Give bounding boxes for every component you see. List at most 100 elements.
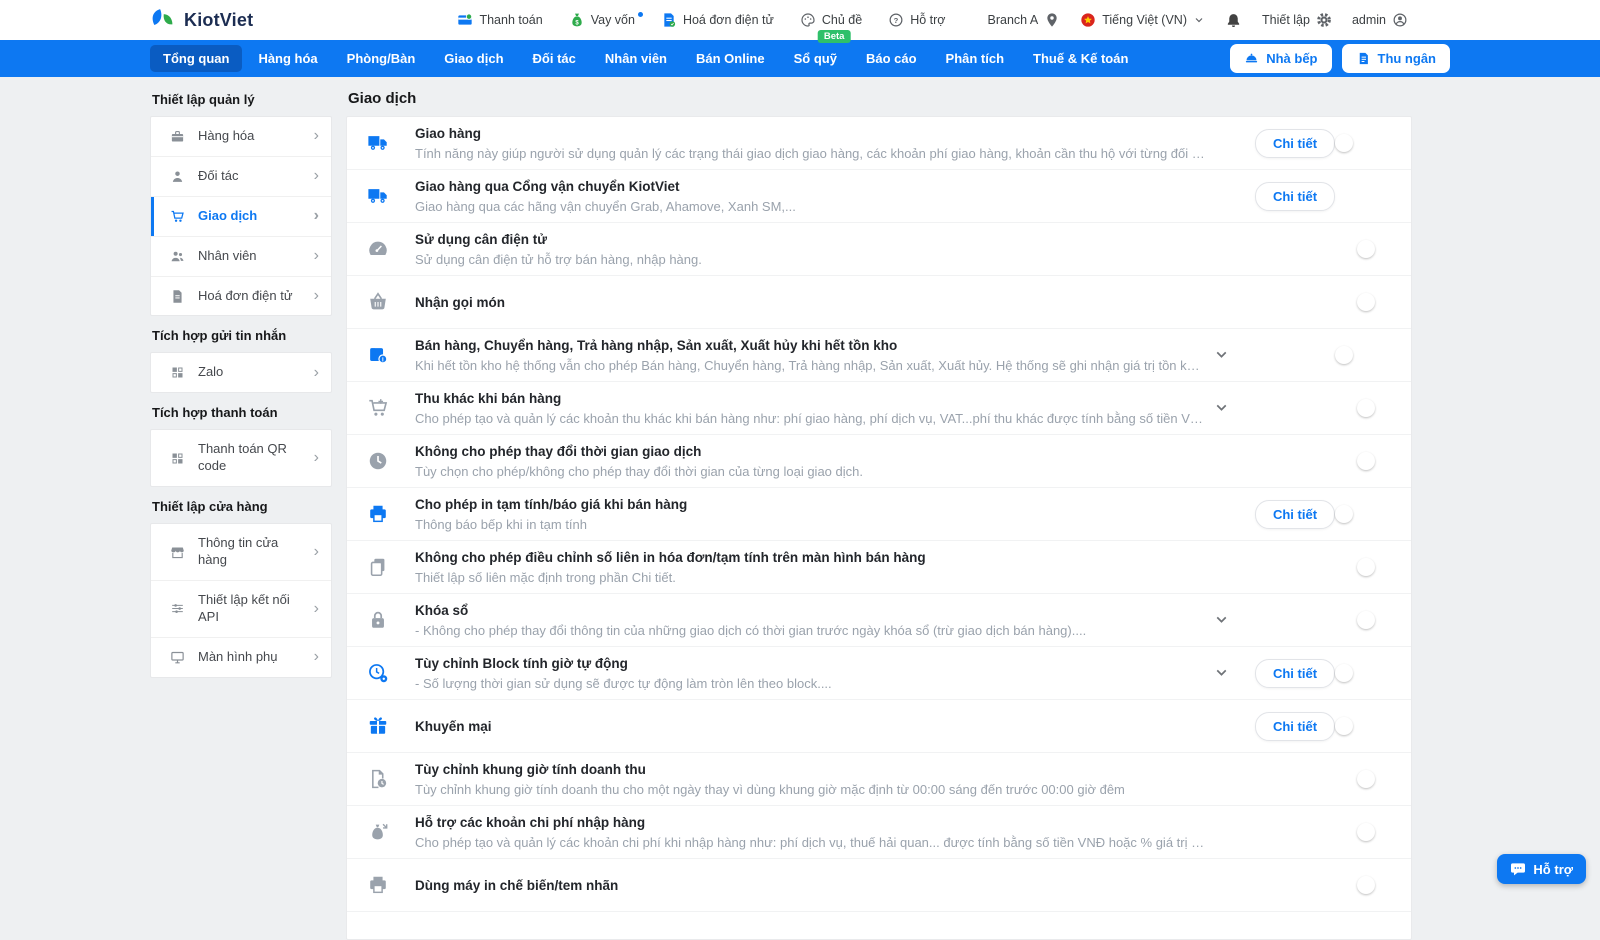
setting-controls xyxy=(1213,291,1393,313)
setting-row: Khóa sổ- Không cho phép thay đổi thông t… xyxy=(347,594,1411,647)
expand-chevron-icon[interactable] xyxy=(1213,664,1249,682)
topbar-menu-item[interactable]: ?Hỗ trợ xyxy=(888,12,945,28)
settings-button[interactable]: Thiết lập xyxy=(1262,12,1332,28)
sidebar-item-giao-d-ch[interactable]: Giao dịch› xyxy=(151,197,331,237)
app-title: KiotViet xyxy=(184,10,253,31)
nav-tab[interactable]: Giao dịch xyxy=(431,45,516,72)
nav-tab[interactable]: Phân tích xyxy=(933,45,1018,72)
chevron-down-icon xyxy=(1193,14,1205,26)
store-icon xyxy=(170,545,185,560)
settings-card: Giao hàngTính năng này giúp người sử dụn… xyxy=(346,116,1412,940)
expand-chevron-icon[interactable] xyxy=(1213,399,1249,417)
setting-controls: Chi tiết xyxy=(1213,712,1393,741)
nav-tab[interactable]: Báo cáo xyxy=(853,45,930,72)
topbar-menu-item[interactable]: Chủ đềBeta xyxy=(800,12,862,28)
setting-title: Tùy chỉnh khung giờ tính doanh thu xyxy=(415,762,1205,777)
chevron-right-icon: › xyxy=(314,649,323,665)
sidebar-item-ho-n-i-n-t-[interactable]: Hoá đơn điện tử› xyxy=(151,277,331,316)
setting-row: Thu khác khi bán hàngCho phép tạo và quả… xyxy=(347,382,1411,435)
setting-row: Không cho phép thay đổi thời gian giao d… xyxy=(347,435,1411,488)
nav-tab[interactable]: Bán Online xyxy=(683,45,778,72)
chevron-spacer xyxy=(1213,187,1249,205)
svg-text:?: ? xyxy=(894,16,899,25)
branch-selector[interactable]: Branch A xyxy=(988,12,1061,28)
chevron-spacer xyxy=(1213,293,1249,311)
sidebar-item-h-ng-h-a[interactable]: Hàng hóa› xyxy=(151,117,331,157)
setting-text: Khuyến mại xyxy=(415,719,1213,734)
setting-title: Cho phép in tạm tính/báo giá khi bán hàn… xyxy=(415,497,1205,512)
setting-row: Dùng máy in chế biến/tem nhãn xyxy=(347,859,1411,912)
sidebar-item-nh-n-vi-n[interactable]: Nhân viên› xyxy=(151,237,331,277)
chevron-spacer xyxy=(1213,558,1249,576)
setting-controls: Chi tiết xyxy=(1213,659,1393,688)
detail-button[interactable]: Chi tiết xyxy=(1255,500,1335,529)
account-menu[interactable]: admin xyxy=(1352,12,1408,28)
help-circle-icon: ? xyxy=(888,12,904,28)
support-button[interactable]: Hỗ trợ xyxy=(1497,854,1586,884)
detail-button[interactable]: Chi tiết xyxy=(1255,659,1335,688)
sidebar-item-m-n-h-nh-ph-[interactable]: Màn hình phụ› xyxy=(151,638,331,677)
setting-description: - Số lượng thời gian sử dụng sẽ được tự … xyxy=(415,676,1205,691)
kitchen-button[interactable]: Nhà bếp xyxy=(1230,44,1331,73)
chevron-right-icon: › xyxy=(314,450,323,466)
detail-button[interactable]: Chi tiết xyxy=(1255,182,1335,211)
branch-label: Branch A xyxy=(988,13,1039,27)
gear-icon xyxy=(1316,12,1332,28)
payment-card-icon xyxy=(457,12,473,28)
scale-icon xyxy=(367,238,389,260)
notifications-button[interactable] xyxy=(1225,12,1242,29)
nav-tab[interactable]: Hàng hóa xyxy=(245,45,330,72)
setting-row: Giao hàng qua Cổng vận chuyển KiotViet Gi… xyxy=(347,170,1411,223)
chevron-right-icon: › xyxy=(314,544,323,560)
chevron-spacer xyxy=(1213,770,1249,788)
setting-text: Dùng máy in chế biến/tem nhãn xyxy=(415,878,1213,893)
setting-controls xyxy=(1213,874,1393,896)
cashier-button[interactable]: Thu ngân xyxy=(1342,44,1451,73)
chevron-right-icon: › xyxy=(314,128,323,144)
sidebar-item-th-ng-tin-c-a-h-ng[interactable]: Thông tin cửa hàng› xyxy=(151,524,331,581)
setting-title: Giao hàng qua Cổng vận chuyển KiotViet xyxy=(415,179,1205,194)
toggle-slot xyxy=(1355,768,1393,790)
setting-row: Hỗ trợ các khoản chi phí nhập hàngCho ph… xyxy=(347,806,1411,859)
detail-button[interactable]: Chi tiết xyxy=(1255,712,1335,741)
setting-controls: Chi tiết xyxy=(1213,182,1393,211)
setting-description: Giao hàng qua các hãng vận chuyển Grab, … xyxy=(415,199,1205,214)
expand-chevron-icon[interactable] xyxy=(1213,611,1249,629)
toggle-knob xyxy=(1357,876,1375,894)
topbar-menu-item[interactable]: $Vay vốn xyxy=(569,12,635,28)
sidebar-item-thanh-to-n-qr-code[interactable]: Thanh toán QR code› xyxy=(151,430,331,486)
language-selector[interactable]: Tiếng Việt (VN) xyxy=(1080,12,1205,28)
setting-title: Nhận gọi món xyxy=(415,295,1205,310)
chevron-spacer xyxy=(1213,134,1249,152)
page-title: Giao dịch xyxy=(348,90,1412,107)
sidebar-item-thi-t-l-p-k-t-n-i-api[interactable]: Thiết lập kết nối API› xyxy=(151,581,331,638)
detail-button[interactable]: Chi tiết xyxy=(1255,129,1335,158)
kitchen-dome-icon xyxy=(1244,51,1259,66)
sidebar-item-label: Nhân viên xyxy=(198,248,257,265)
nav-tab[interactable]: Đối tác xyxy=(520,45,589,72)
sidebar-item-zalo[interactable]: Zalo› xyxy=(151,353,331,392)
topbar-menu-item[interactable]: Hoá đơn điện tử xyxy=(661,12,774,28)
setting-title: Thu khác khi bán hàng xyxy=(415,391,1205,406)
nav-tab[interactable]: Nhân viên xyxy=(592,45,680,72)
expand-chevron-icon[interactable] xyxy=(1213,346,1249,364)
document-icon xyxy=(170,289,185,304)
nav-tab[interactable]: Sổ quỹ xyxy=(781,45,850,72)
toggle-knob xyxy=(1357,611,1375,629)
setting-description: Tùy chỉnh khung giờ tính doanh thu cho m… xyxy=(415,782,1205,797)
sidebar-group: Thanh toán QR code› xyxy=(150,429,332,487)
nav-tab[interactable]: Phòng/Bàn xyxy=(334,45,429,72)
toggle-knob xyxy=(1357,823,1375,841)
printer-icon xyxy=(367,503,389,525)
kiotviet-logo-icon xyxy=(150,7,176,33)
setting-title: Sử dụng cân điện tử xyxy=(415,232,1205,247)
nav-tab[interactable]: Thuế & Kế toán xyxy=(1020,45,1141,72)
sidebar-item--i-t-c[interactable]: Đối tác› xyxy=(151,157,331,197)
topbar-menu-item[interactable]: Thanh toán xyxy=(457,12,542,28)
kiotviet-logo[interactable]: KiotViet xyxy=(150,7,253,33)
nav-tab[interactable]: Tổng quan xyxy=(150,45,242,72)
basket-icon xyxy=(367,291,389,313)
toggle-knob xyxy=(1335,134,1353,152)
setting-row: Nhận gọi món xyxy=(347,276,1411,329)
sidebar-item-label: Giao dịch xyxy=(198,208,257,225)
